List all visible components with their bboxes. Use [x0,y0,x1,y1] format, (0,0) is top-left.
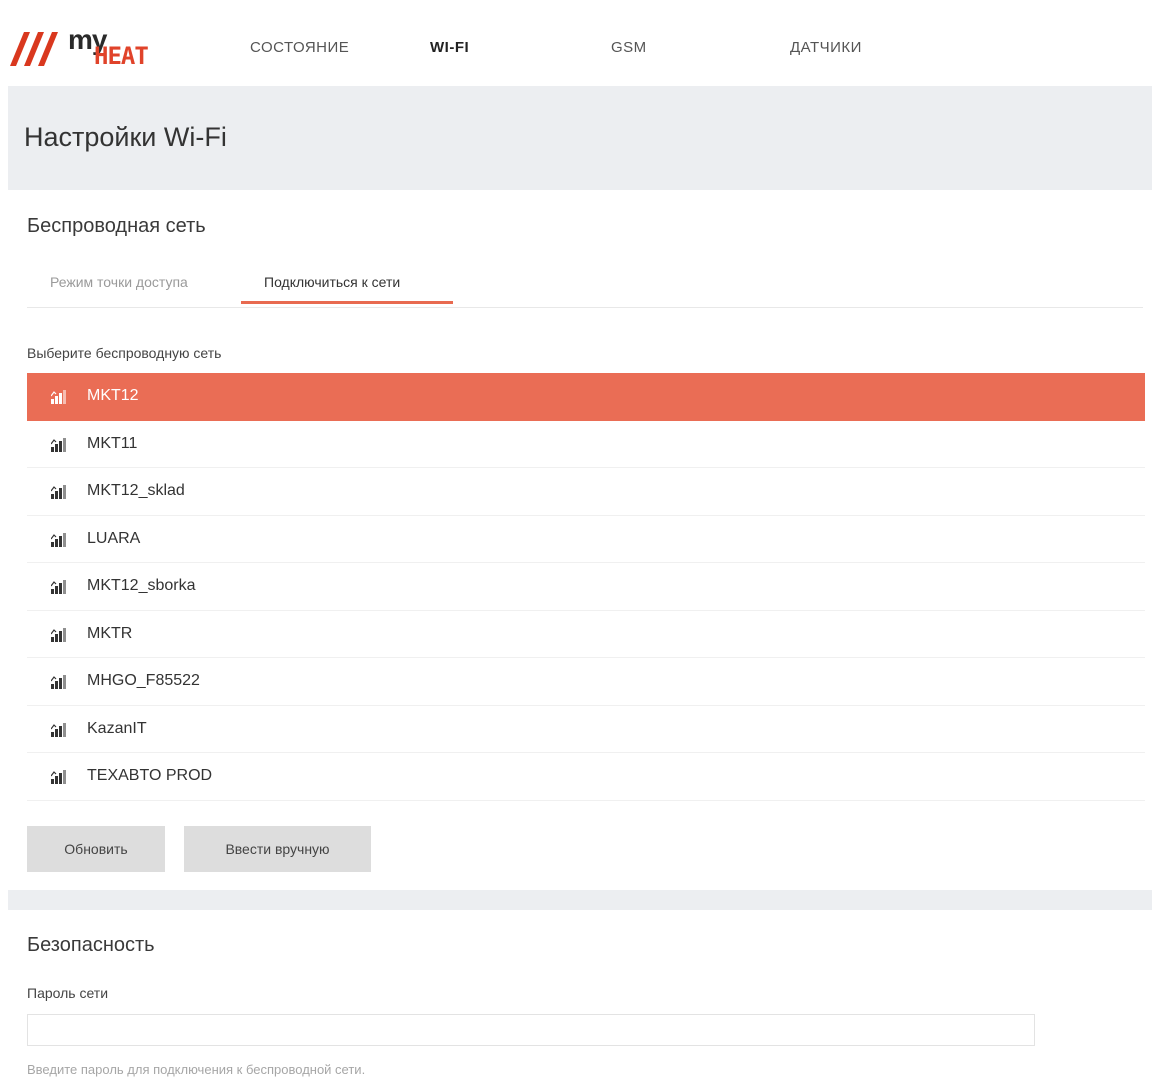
tab-access-point[interactable]: Режим точки доступа [50,274,188,290]
refresh-button[interactable]: Обновить [27,826,165,872]
security-heading: Безопасность [27,934,155,956]
wifi-network-list: MKT12 MKT11 MKT12_sklad LUARA MKT12_sborka MK… [27,373,1145,801]
logo-text-heat: HEAT [94,42,149,70]
wifi-signal-icon [50,436,69,452]
wifi-signal-icon [50,721,69,737]
wifi-ssid: MKT12 [87,387,139,404]
wifi-network-row[interactable]: MHGO_F85522 [27,658,1145,706]
nav-sensors[interactable]: ДАТЧИКИ [790,39,862,56]
tab-connect-network[interactable]: Подключиться к сети [264,274,400,290]
wifi-network-row[interactable]: MKTR [27,611,1145,658]
wifi-network-row[interactable]: KazanIT [27,706,1145,753]
wifi-mode-tabs: Режим точки доступа Подключиться к сети [27,262,1143,308]
wifi-ssid: LUARA [87,529,141,547]
wifi-network-row[interactable]: MKT12 [27,373,1145,421]
active-tab-indicator [241,301,453,304]
wifi-signal-icon [50,578,69,594]
wifi-signal-icon [50,768,69,784]
wifi-ssid: MKT12_sborka [87,577,196,594]
wifi-ssid: MKTR [87,624,133,642]
manual-entry-button[interactable]: Ввести вручную [184,826,371,872]
section-divider [8,890,1152,910]
wifi-signal-icon [50,673,69,689]
wifi-ssid: TEXABTO PROD [87,767,213,784]
select-network-label: Выберите беспроводную сеть [27,345,222,361]
wifi-signal-icon [50,531,69,547]
myheat-logo[interactable]: my HEAT [10,24,160,72]
nav-wifi[interactable]: WI-FI [430,39,469,56]
nav-status[interactable]: СОСТОЯНИЕ [250,39,349,56]
password-field[interactable] [27,1014,1035,1046]
wifi-signal-icon [50,388,69,404]
page-title: Настройки Wi-Fi [24,122,227,152]
wifi-network-row[interactable]: MKT11 [27,421,1145,468]
wifi-network-row[interactable]: LUARA [27,516,1145,563]
top-navigation: my HEAT СОСТОЯНИЕ WI-FI GSM ДАТЧИКИ [0,0,1152,86]
wifi-signal-icon [50,626,69,642]
wireless-heading: Беспроводная сеть [27,215,206,237]
wifi-signal-icon [50,483,69,499]
wifi-ssid: KazanIT [87,719,147,737]
nav-gsm[interactable]: GSM [611,39,647,56]
page-header: Настройки Wi-Fi [8,86,1152,190]
wifi-network-row[interactable]: MKT12_sklad [27,468,1145,516]
password-help-text: Введите пароль для подключения к беспров… [27,1062,366,1077]
wifi-ssid: MKT12_sklad [87,482,185,499]
wifi-network-row[interactable]: TEXABTO PROD [27,753,1145,801]
wifi-ssid: MHGO_F85522 [87,672,200,689]
wifi-network-row[interactable]: MKT12_sborka [27,563,1145,611]
password-label: Пароль сети [27,985,109,1001]
wifi-ssid: MKT11 [87,434,138,452]
